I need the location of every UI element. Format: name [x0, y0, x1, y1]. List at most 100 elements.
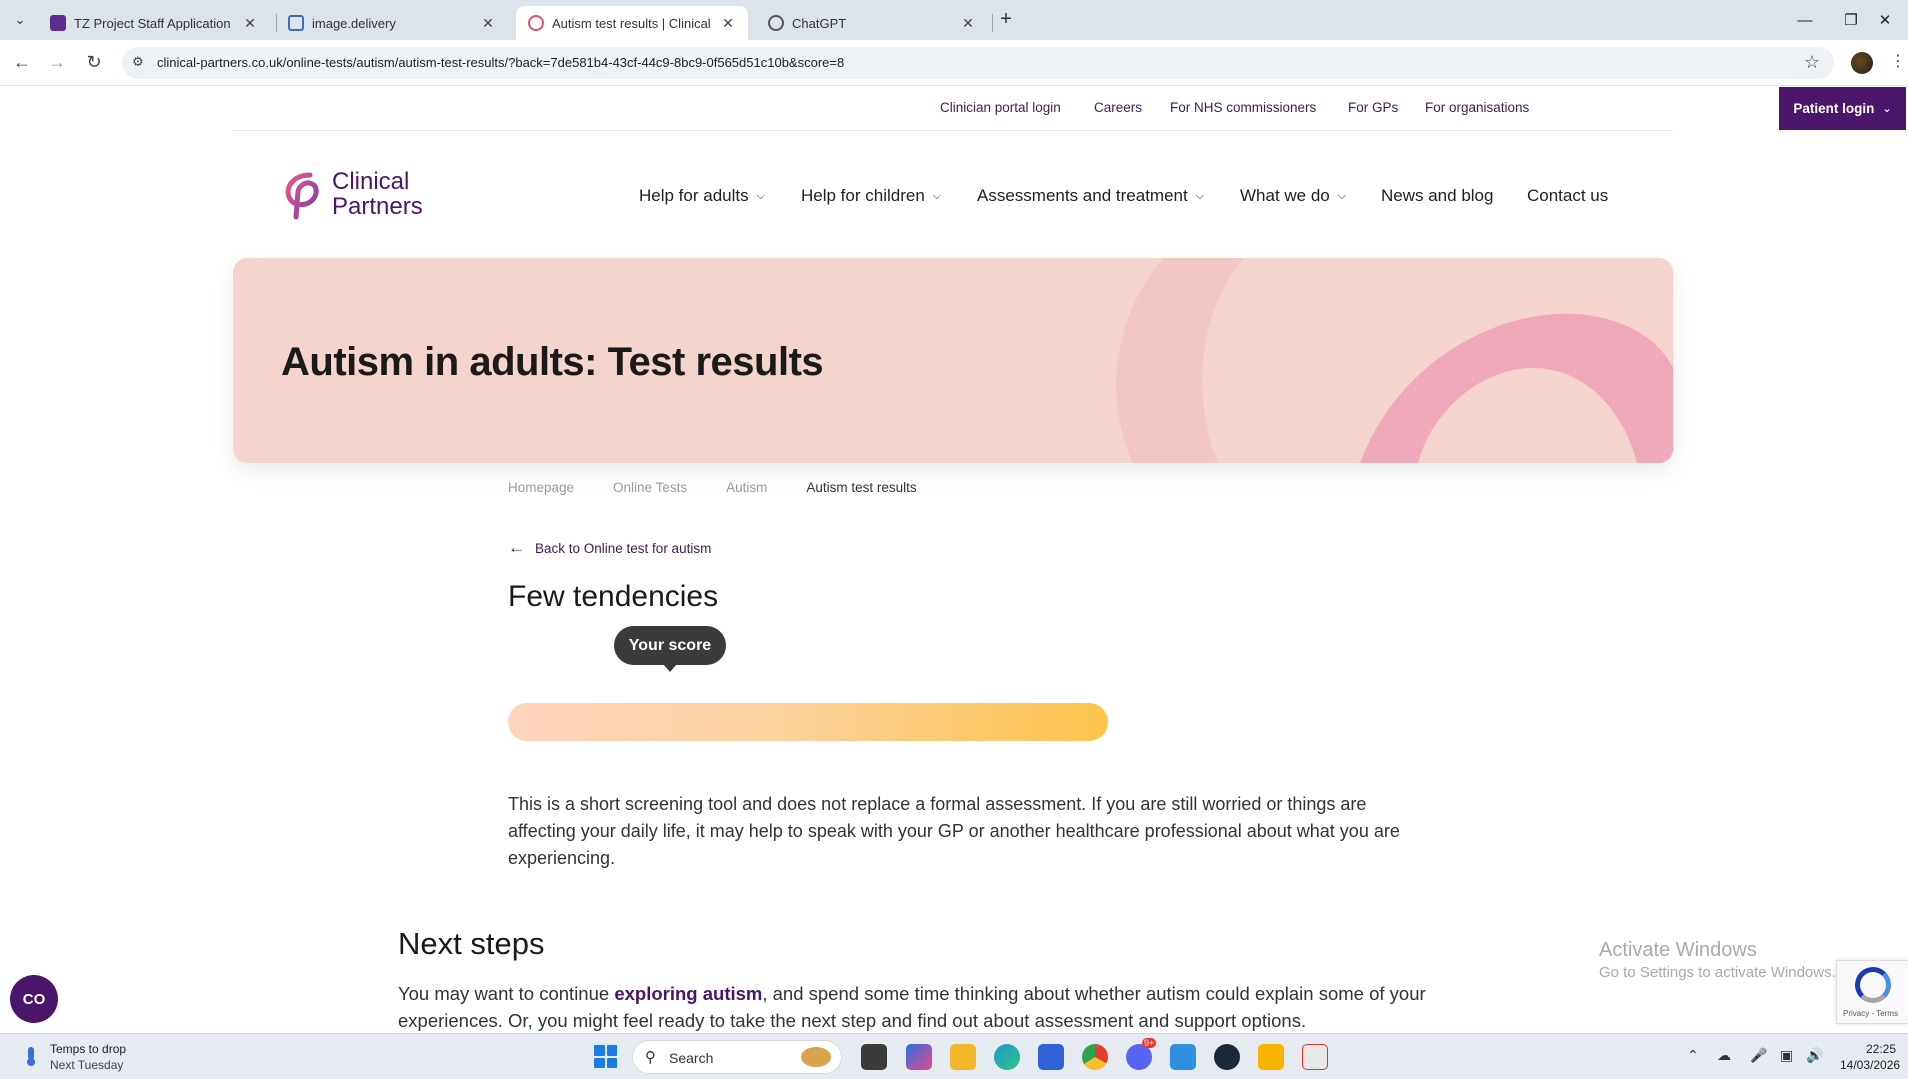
microsoft-store-icon[interactable] — [1038, 1044, 1064, 1070]
logo-line-1: Clinical — [332, 168, 410, 195]
notepad-icon[interactable] — [1170, 1044, 1196, 1070]
breadcrumb-autism[interactable]: Autism — [726, 480, 767, 495]
breadcrumb-current: Autism test results — [806, 480, 917, 495]
weather-subline[interactable]: Next Tuesday — [50, 1058, 123, 1072]
steam-icon[interactable] — [1214, 1044, 1240, 1070]
next-steps-text: You may want to continue exploring autis… — [398, 980, 1448, 1033]
recaptcha-icon — [1855, 967, 1891, 1003]
chat-widget-icon: CO — [22, 990, 46, 1008]
tab-title: ChatGPT — [792, 15, 847, 31]
system-clock[interactable]: 22:25 14/03/2026 — [1840, 1041, 1900, 1073]
onedrive-icon[interactable]: ☁ — [1717, 1047, 1731, 1064]
breadcrumb-homepage[interactable]: Homepage — [508, 480, 574, 495]
clock-time: 22:25 — [1865, 1042, 1896, 1056]
browser-toolbar: ← → ↻ ⚙ clinical-partners.co.uk/online-t… — [0, 40, 1908, 86]
next-steps-text-start: You may want to continue — [398, 983, 615, 1004]
chat-widget-button[interactable]: CO — [10, 975, 58, 1023]
nav-contact-us[interactable]: Contact us — [1527, 186, 1608, 206]
back-link-label: Back to Online test for autism — [535, 540, 712, 556]
recaptcha-badge[interactable]: Privacy - Terms — [1836, 960, 1908, 1024]
url-text[interactable]: clinical-partners.co.uk/online-tests/aut… — [157, 55, 844, 70]
new-tab-button[interactable]: + — [994, 8, 1018, 32]
logo-wordmark: Clinical Partners — [332, 169, 423, 219]
chatgpt-favicon-icon — [768, 15, 784, 31]
forms-favicon-icon — [50, 15, 66, 31]
microphone-icon[interactable]: 🎤 — [1750, 1047, 1767, 1064]
back-to-test-link[interactable]: ← Back to Online test for autism — [508, 538, 711, 558]
show-hidden-icons-icon[interactable]: ⌃ — [1687, 1047, 1699, 1064]
more-menu-icon[interactable]: ⋮ — [1890, 51, 1906, 71]
discord-icon[interactable]: 9+ — [1126, 1038, 1157, 1070]
arrow-left-icon: ← — [508, 538, 525, 557]
nav-help-for-children[interactable]: Help for children ⌵ — [801, 186, 941, 206]
nhs-commissioners-link[interactable]: For NHS commissioners — [1170, 100, 1316, 115]
clinician-portal-link[interactable]: Clinician portal login — [940, 100, 1061, 115]
clinical-partners-favicon-icon — [528, 15, 544, 31]
weather-headline[interactable]: Temps to drop — [50, 1042, 126, 1056]
tab-title: TZ Project Staff Application — [74, 15, 231, 31]
minimize-icon[interactable]: — — [1782, 0, 1828, 40]
volume-icon[interactable]: 🔊 — [1806, 1047, 1823, 1064]
network-icon[interactable]: ▣ — [1780, 1047, 1793, 1064]
thermometer-icon — [27, 1047, 35, 1066]
notification-badge: 9+ — [1142, 1038, 1157, 1048]
address-bar[interactable]: ⚙ clinical-partners.co.uk/online-tests/a… — [122, 47, 1834, 79]
back-arrow-icon[interactable]: ← — [8, 48, 36, 76]
recaptcha-footer[interactable]: Privacy - Terms — [1843, 1009, 1898, 1018]
clinical-partners-logo[interactable]: Clinical Partners — [280, 165, 440, 225]
site-info-icon[interactable]: ⚙ — [132, 54, 144, 70]
nav-what-we-do[interactable]: What we do ⌵ — [1240, 186, 1346, 206]
snipping-tool-icon[interactable] — [1302, 1044, 1328, 1070]
score-bar — [508, 703, 1108, 741]
close-tab-icon[interactable]: ✕ — [960, 15, 976, 32]
nav-help-for-adults[interactable]: Help for adults ⌵ — [639, 186, 765, 206]
file-explorer-icon[interactable] — [950, 1044, 976, 1070]
nav-news-and-blog[interactable]: News and blog — [1381, 186, 1493, 206]
breadcrumb-online-tests[interactable]: Online Tests — [613, 480, 687, 495]
nav-label: News and blog — [1381, 186, 1494, 205]
activate-line-1: Activate Windows — [1599, 939, 1757, 961]
nav-label: Help for children — [801, 186, 925, 205]
close-window-icon[interactable]: ✕ — [1862, 0, 1908, 40]
chevron-down-icon: ⌵ — [1337, 189, 1347, 202]
close-tab-icon[interactable]: ✕ — [480, 15, 496, 32]
nav-label: Assessments and treatment — [977, 186, 1188, 205]
rockstar-launcher-icon[interactable] — [1258, 1044, 1284, 1070]
task-view-icon[interactable] — [861, 1044, 887, 1070]
windows-taskbar: Temps to drop Next Tuesday ⚲ Search 9+ ⌃… — [0, 1033, 1908, 1079]
book-favicon-icon — [288, 15, 304, 31]
taskbar-search[interactable]: ⚲ Search — [632, 1040, 842, 1074]
utility-nav: Clinician portal login Careers For NHS c… — [233, 87, 1906, 131]
bookmark-star-icon[interactable]: ☆ — [1804, 52, 1820, 73]
chevron-down-icon: ⌄ — [1882, 103, 1892, 115]
organisations-link[interactable]: For organisations — [1425, 100, 1529, 115]
gps-link[interactable]: For GPs — [1348, 100, 1398, 115]
tab-autism-results[interactable]: Autism test results | Clinical Par ✕ — [516, 6, 748, 40]
profile-avatar[interactable] — [1851, 52, 1873, 74]
chrome-icon[interactable] — [1082, 1044, 1108, 1070]
exploring-autism-link[interactable]: exploring autism — [614, 983, 762, 1004]
tab-search-chevron-icon[interactable]: ⌄ — [8, 8, 32, 32]
windows-start-icon[interactable] — [594, 1045, 617, 1068]
patient-login-label: Patient login — [1793, 101, 1875, 116]
search-highlight-icon — [801, 1047, 831, 1067]
breadcrumb: Homepage Online Tests Autism Autism test… — [508, 480, 917, 495]
tab-image-delivery[interactable]: image.delivery ✕ — [276, 6, 508, 40]
nav-label: What we do — [1240, 186, 1330, 205]
careers-link[interactable]: Careers — [1094, 100, 1142, 115]
reload-icon[interactable]: ↻ — [80, 48, 108, 76]
tab-title: image.delivery — [312, 15, 396, 31]
nav-assessments-and-treatment[interactable]: Assessments and treatment ⌵ — [977, 186, 1204, 206]
edge-browser-icon[interactable] — [994, 1044, 1020, 1070]
tab-title: Autism test results | Clinical Par — [552, 15, 714, 31]
tab-tz-project[interactable]: TZ Project Staff Application ✕ — [38, 6, 270, 40]
score-marker: Your score — [614, 626, 726, 672]
close-tab-icon[interactable]: ✕ — [242, 15, 258, 32]
patient-login-button[interactable]: Patient login ⌄ — [1779, 87, 1906, 130]
hero-banner: Autism in adults: Test results — [233, 258, 1673, 463]
close-tab-icon[interactable]: ✕ — [720, 15, 736, 32]
forward-arrow-icon[interactable]: → — [43, 48, 71, 76]
activate-windows-watermark: Activate Windows Go to Settings to activ… — [1599, 939, 1836, 981]
tab-chatgpt[interactable]: ChatGPT ✕ — [756, 6, 988, 40]
store-app-icon[interactable] — [906, 1044, 932, 1070]
